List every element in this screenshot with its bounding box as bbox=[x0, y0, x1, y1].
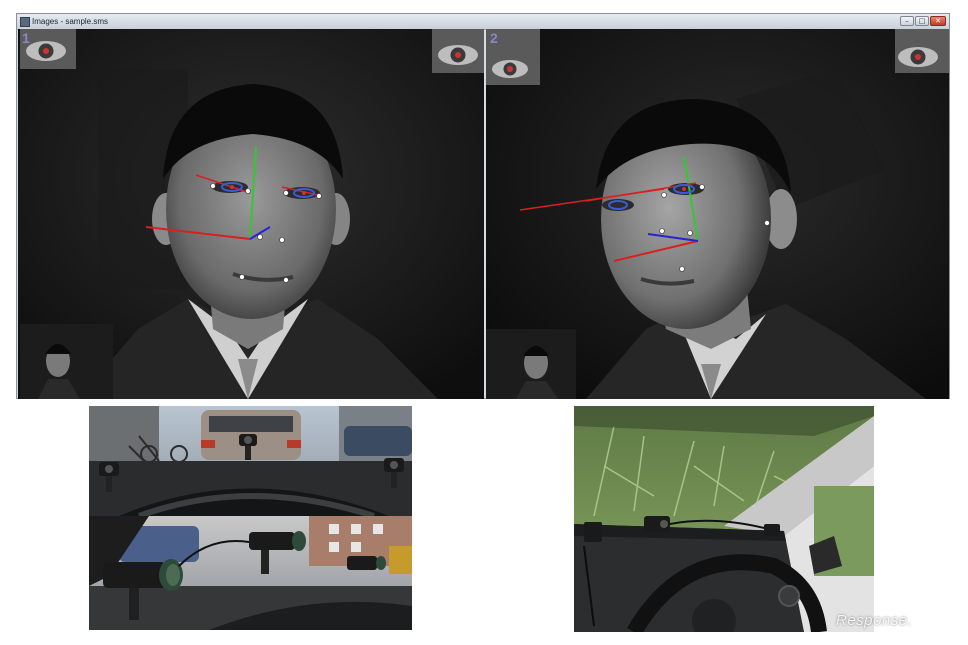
camera-1-frame bbox=[18, 29, 484, 399]
pane-number-2: 2 bbox=[490, 30, 498, 46]
maximize-button[interactable]: □ bbox=[915, 16, 929, 26]
dashboard-camera-photo-1 bbox=[89, 406, 412, 516]
watermark-logo: Response. bbox=[836, 612, 913, 629]
dashboard-interior-photo bbox=[574, 406, 874, 632]
app-icon bbox=[20, 17, 30, 27]
title-bar[interactable]: Images - sample.sms – □ ✕ bbox=[17, 14, 949, 30]
camera-view-2: 2 bbox=[486, 29, 949, 399]
minimize-button[interactable]: – bbox=[900, 16, 914, 26]
camera-2-frame bbox=[486, 29, 949, 399]
window-title: Images - sample.sms bbox=[32, 17, 109, 26]
pane-number-1: 1 bbox=[22, 30, 30, 46]
dashboard-camera-photo-2 bbox=[89, 516, 412, 630]
close-button[interactable]: ✕ bbox=[930, 16, 946, 26]
app-window: Images - sample.sms – □ ✕ 1 2 bbox=[16, 13, 950, 399]
camera-view-1: 1 bbox=[18, 29, 484, 399]
